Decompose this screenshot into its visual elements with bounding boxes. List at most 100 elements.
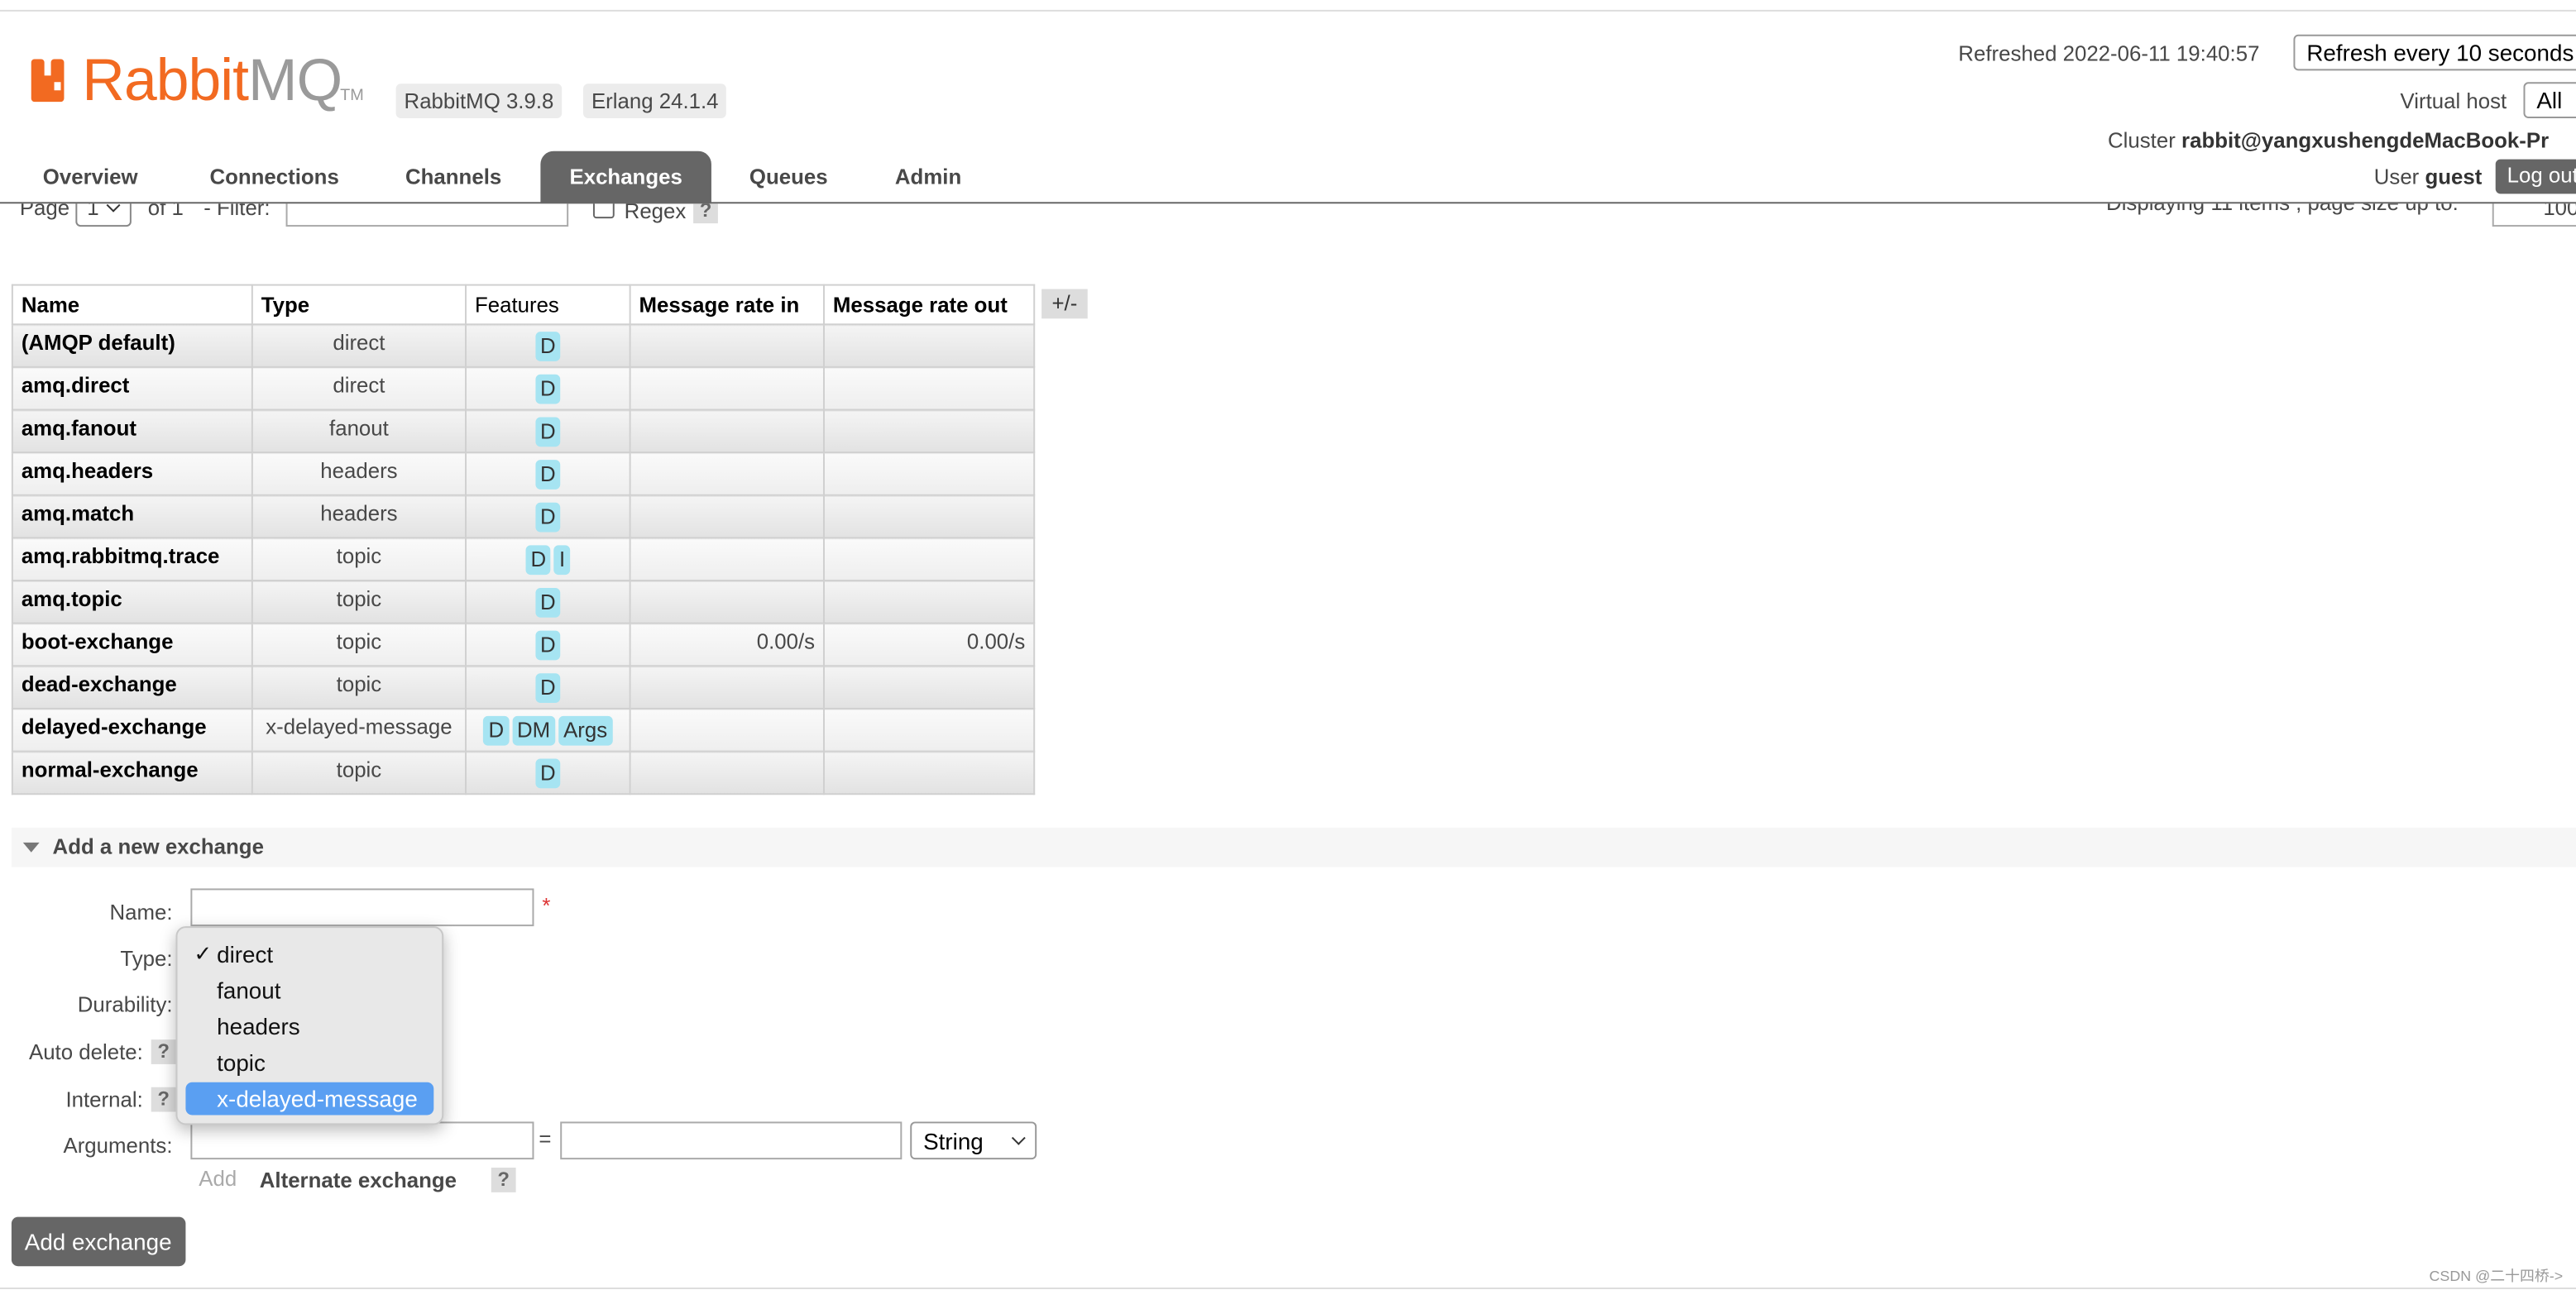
exchange-name[interactable]: amq.topic (11, 580, 253, 624)
filter-input[interactable] (285, 203, 569, 227)
feature-badge: D (535, 501, 561, 532)
type-label: Type: (120, 945, 173, 971)
exchange-features: D (465, 494, 631, 539)
exchange-features: D (465, 408, 631, 454)
rabbitmq-management-page: RabbitMQ TM RabbitMQ 3.9.8 Erlang 24.1.4… (0, 0, 2576, 1290)
rate-out: 0.00/s (822, 622, 1036, 667)
tab-admin[interactable]: Admin (869, 151, 988, 204)
rabbitmq-version-badge: RabbitMQ 3.9.8 (395, 84, 563, 118)
exchange-name[interactable]: amq.rabbitmq.trace (11, 537, 253, 582)
internal-help-icon[interactable]: ? (151, 1087, 176, 1112)
regex-checkbox[interactable] (592, 203, 615, 219)
user-name: guest (2425, 164, 2483, 189)
exchange-name-input[interactable] (190, 888, 534, 927)
auto-delete-help-icon[interactable]: ? (151, 1039, 176, 1064)
exchange-type: topic (251, 665, 467, 710)
table-row[interactable]: amq.headers headers D (11, 452, 1036, 496)
alternate-exchange-link[interactable]: Alternate exchange (260, 1168, 457, 1192)
rate-out (822, 707, 1036, 752)
exchange-features: D (465, 452, 631, 496)
column-toggle-button[interactable]: +/- (1041, 289, 1088, 319)
feature-badge: D (535, 586, 561, 617)
chevron-down-icon (1011, 1130, 1026, 1145)
argument-key-input[interactable] (190, 1121, 534, 1160)
alternate-exchange-help-icon[interactable]: ? (491, 1168, 516, 1192)
logo-product-text: MQ (248, 45, 342, 114)
table-row[interactable]: delayed-exchange x-delayed-message D DM Ar… (11, 707, 1036, 752)
argument-value-input[interactable] (560, 1121, 903, 1160)
col-header-rate-in[interactable]: Message rate in (629, 284, 825, 326)
arguments-label: Arguments: (63, 1133, 173, 1159)
tab-exchanges[interactable]: Exchanges (540, 150, 711, 204)
rate-out (822, 323, 1036, 368)
exchange-name[interactable]: dead-exchange (11, 665, 253, 710)
filter-label: - Filter: (203, 203, 271, 221)
argument-type-select[interactable]: String (910, 1121, 1037, 1160)
type-option-fanout[interactable]: fanout (185, 974, 433, 1007)
exchange-type-dropdown-menu[interactable]: ✓ direct fanout headers topic x-delayed-… (175, 926, 444, 1125)
tab-channels[interactable]: Channels (383, 151, 524, 204)
col-header-name[interactable]: Name (11, 284, 253, 326)
feature-badge: D (535, 459, 561, 489)
rate-in (629, 665, 825, 710)
exchange-name[interactable]: amq.direct (11, 366, 253, 411)
internal-label: Internal: (65, 1087, 143, 1112)
exchanges-table: Name Type Features Message rate in Messa… (11, 284, 1036, 796)
tab-overview[interactable]: Overview (15, 151, 166, 204)
rate-in: 0.00/s (629, 622, 825, 667)
exchange-name[interactable]: normal-exchange (11, 750, 253, 796)
rate-in (629, 366, 825, 411)
type-option-direct[interactable]: ✓ direct (185, 938, 433, 971)
table-row[interactable]: amq.fanout fanout D (11, 408, 1036, 454)
logout-button[interactable]: Log out (2495, 159, 2576, 194)
tab-connections[interactable]: Connections (182, 151, 366, 204)
exchange-name[interactable]: delayed-exchange (11, 707, 253, 752)
page-select[interactable]: 1 (75, 203, 132, 227)
exchange-type: headers (251, 452, 467, 496)
rate-in (629, 494, 825, 539)
add-exchange-section-header[interactable]: Add a new exchange (11, 827, 2576, 867)
tab-queues[interactable]: Queues (728, 151, 850, 204)
add-argument-link[interactable]: Add (199, 1166, 237, 1191)
rate-out (822, 665, 1036, 710)
feature-badge: DM (512, 714, 556, 745)
exchange-name[interactable]: amq.match (11, 494, 253, 539)
feature-badge: D (535, 373, 561, 404)
type-option-headers[interactable]: headers (185, 1010, 433, 1043)
exchange-name[interactable]: (AMQP default) (11, 323, 253, 368)
table-row[interactable]: amq.rabbitmq.trace topic DI (11, 537, 1036, 582)
type-option-x-delayed-message[interactable]: x-delayed-message (185, 1082, 434, 1116)
refresh-interval-select[interactable]: Refresh every 10 seconds (2293, 34, 2576, 71)
page-of-label: of 1 (147, 203, 184, 221)
virtual-host-select[interactable]: All (2523, 82, 2576, 118)
rate-out (822, 408, 1036, 454)
table-row[interactable]: normal-exchange topic D (11, 750, 1036, 796)
rate-out (822, 452, 1036, 496)
col-header-type[interactable]: Type (251, 284, 467, 326)
type-option-topic[interactable]: topic (185, 1046, 433, 1079)
table-row[interactable]: (AMQP default) direct D (11, 323, 1036, 368)
exchange-type: topic (251, 750, 467, 796)
exchange-name[interactable]: amq.headers (11, 452, 253, 496)
name-label: Name: (109, 900, 173, 925)
rate-in (629, 537, 825, 582)
exchange-type: x-delayed-message (251, 707, 467, 752)
exchange-name[interactable]: boot-exchange (11, 622, 253, 667)
table-row[interactable]: amq.direct direct D (11, 366, 1036, 411)
table-row[interactable]: amq.topic topic D (11, 580, 1036, 624)
table-row[interactable]: amq.match headers D (11, 494, 1036, 539)
table-row[interactable]: dead-exchange topic D (11, 665, 1036, 710)
triangle-down-icon (22, 842, 40, 853)
exchange-name[interactable]: amq.fanout (11, 408, 253, 454)
regex-help-icon[interactable]: ? (693, 203, 718, 224)
add-exchange-button[interactable]: Add exchange (11, 1216, 185, 1267)
type-option-label: fanout (217, 977, 281, 1004)
col-header-rate-out[interactable]: Message rate out (822, 284, 1036, 326)
exchange-features: D (465, 323, 631, 368)
user-info: User guest (2374, 165, 2483, 189)
rate-in (629, 323, 825, 368)
cluster-name: rabbit@yangxushengdeMacBook-Pr (2181, 127, 2550, 153)
table-row[interactable]: boot-exchange topic D 0.00/s 0.00/s (11, 622, 1036, 667)
page-select-value: 1 (87, 203, 99, 221)
page-size-input[interactable]: 100 (2492, 203, 2576, 227)
